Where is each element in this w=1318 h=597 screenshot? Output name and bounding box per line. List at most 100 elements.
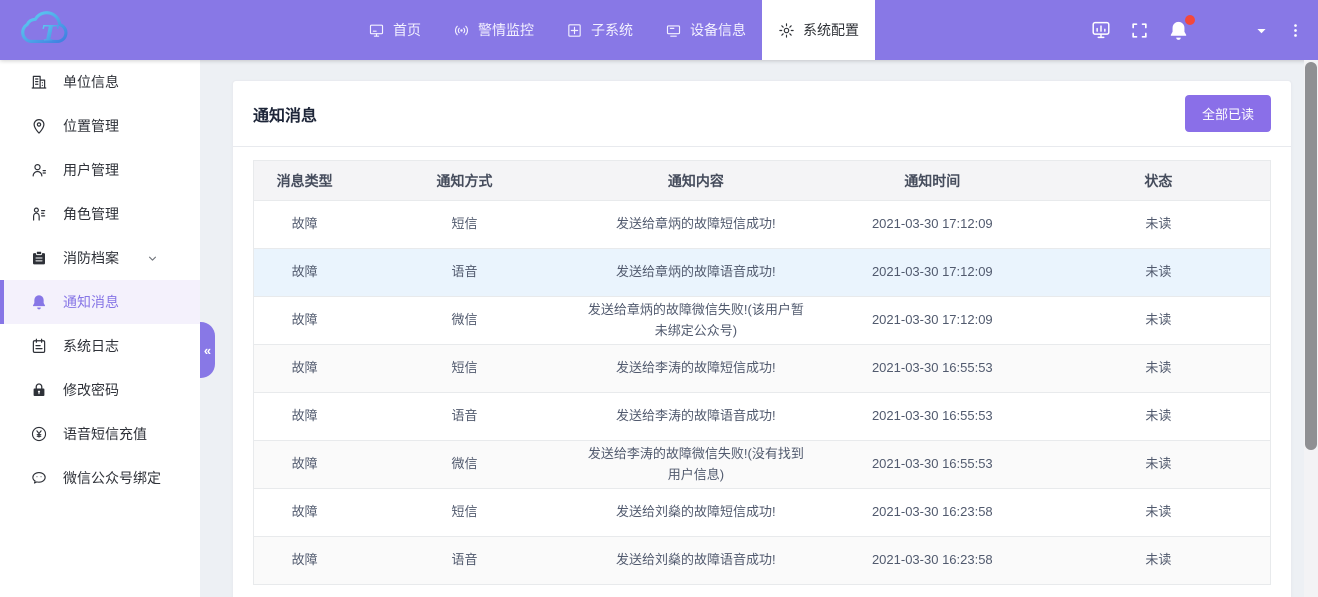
sidebar-item-recharge[interactable]: 语音短信充值 bbox=[0, 412, 200, 456]
sidebar-item-location-pin[interactable]: 位置管理 bbox=[0, 104, 200, 148]
recharge-icon bbox=[30, 425, 48, 443]
sidebar-item-lock[interactable]: 修改密码 bbox=[0, 368, 200, 412]
status-cell: 未读 bbox=[1047, 537, 1271, 585]
msg-type-cell: 故障 bbox=[254, 297, 356, 345]
column-header: 通知内容 bbox=[574, 161, 818, 201]
alarm-monitor-icon bbox=[453, 22, 470, 39]
sidebar-item-label: 消防档案 bbox=[63, 248, 119, 268]
notify-content-cell: 发送给章炳的故障微信失败!(该用户暂未绑定公众号) bbox=[574, 297, 818, 345]
nav-item-device-info[interactable]: 设备信息 bbox=[649, 0, 762, 60]
sidebar-item-bell[interactable]: 通知消息 bbox=[0, 280, 200, 324]
sidebar-item-wechat[interactable]: 微信公众号绑定 bbox=[0, 456, 200, 500]
table-body: 故障短信发送给章炳的故障短信成功!2021-03-30 17:12:09未读故障… bbox=[254, 201, 1271, 585]
sidebar-item-label: 用户管理 bbox=[63, 160, 119, 180]
dashboard-icon[interactable] bbox=[1090, 19, 1112, 41]
sidebar-item-log[interactable]: 系统日志 bbox=[0, 324, 200, 368]
notify-time-cell: 2021-03-30 16:55:53 bbox=[818, 345, 1047, 393]
caret-down-icon[interactable] bbox=[1254, 23, 1269, 38]
fullscreen-icon[interactable] bbox=[1130, 21, 1149, 40]
cloud-logo-icon: T bbox=[18, 5, 84, 55]
building-icon bbox=[30, 73, 48, 91]
lock-icon bbox=[30, 381, 48, 399]
msg-type-cell: 故障 bbox=[254, 537, 356, 585]
status-cell: 未读 bbox=[1047, 393, 1271, 441]
notify-content-cell: 发送给刘燊的故障语音成功! bbox=[574, 537, 818, 585]
column-header: 状态 bbox=[1047, 161, 1271, 201]
nav-item-label: 警情监控 bbox=[478, 20, 534, 40]
notify-content-cell: 发送给章炳的故障语音成功! bbox=[574, 249, 818, 297]
collapse-chevrons-icon: « bbox=[204, 343, 211, 358]
notify-time-cell: 2021-03-30 17:12:09 bbox=[818, 249, 1047, 297]
nav-right-actions bbox=[1090, 0, 1304, 60]
msg-type-cell: 故障 bbox=[254, 441, 356, 489]
table-row[interactable]: 故障短信发送给章炳的故障短信成功!2021-03-30 17:12:09未读 bbox=[254, 201, 1271, 249]
sidebar-item-label: 系统日志 bbox=[63, 336, 119, 356]
notify-content-cell: 发送给李涛的故障语音成功! bbox=[574, 393, 818, 441]
notify-time-cell: 2021-03-30 17:12:09 bbox=[818, 297, 1047, 345]
sidebar-item-role[interactable]: 角色管理 bbox=[0, 192, 200, 236]
notify-time-cell: 2021-03-30 16:23:58 bbox=[818, 489, 1047, 537]
wechat-icon bbox=[30, 469, 48, 487]
table-header-row: 消息类型通知方式通知内容通知时间状态 bbox=[254, 161, 1271, 201]
bell-icon[interactable] bbox=[1167, 19, 1190, 42]
notify-content-cell: 发送给刘燊的故障短信成功! bbox=[574, 489, 818, 537]
notify-content-cell: 发送给章炳的故障短信成功! bbox=[574, 201, 818, 249]
scrollbar-thumb[interactable] bbox=[1305, 62, 1317, 450]
kebab-menu-icon[interactable] bbox=[1287, 22, 1304, 39]
notification-table: 消息类型通知方式通知内容通知时间状态 故障短信发送给章炳的故障短信成功!2021… bbox=[253, 160, 1271, 585]
sidebar-item-label: 修改密码 bbox=[63, 380, 119, 400]
nav-item-label: 首页 bbox=[393, 20, 421, 40]
table-row[interactable]: 故障短信发送给刘燊的故障短信成功!2021-03-30 16:23:58未读 bbox=[254, 489, 1271, 537]
table-row[interactable]: 故障语音发送给李涛的故障语音成功!2021-03-30 16:55:53未读 bbox=[254, 393, 1271, 441]
nav-menu: 首页 警情监控子系统 设备信息 系统配置 bbox=[352, 0, 875, 60]
log-icon bbox=[30, 337, 48, 355]
column-header: 通知方式 bbox=[355, 161, 574, 201]
msg-type-cell: 故障 bbox=[254, 345, 356, 393]
msg-type-cell: 故障 bbox=[254, 489, 356, 537]
notification-table-wrap: 消息类型通知方式通知内容通知时间状态 故障短信发送给章炳的故障短信成功!2021… bbox=[233, 147, 1291, 585]
mark-all-read-button[interactable]: 全部已读 bbox=[1185, 95, 1271, 132]
location-pin-icon bbox=[30, 117, 48, 135]
sidebar-item-building[interactable]: 单位信息 bbox=[0, 60, 200, 104]
notification-card: 通知消息 全部已读 消息类型通知方式通知内容通知时间状态 故障短信发送给章炳的故… bbox=[232, 80, 1292, 597]
svg-text:T: T bbox=[41, 22, 59, 47]
nav-item-label: 设备信息 bbox=[690, 20, 746, 40]
nav-item-alarm-monitor[interactable]: 警情监控 bbox=[437, 0, 550, 60]
column-header: 通知时间 bbox=[818, 161, 1047, 201]
notify-method-cell: 微信 bbox=[355, 441, 574, 489]
msg-type-cell: 故障 bbox=[254, 249, 356, 297]
gear-icon bbox=[778, 22, 795, 39]
page-title: 通知消息 bbox=[253, 102, 317, 126]
notify-method-cell: 短信 bbox=[355, 489, 574, 537]
sidebar-item-label: 单位信息 bbox=[63, 72, 119, 92]
nav-item-gear[interactable]: 系统配置 bbox=[762, 0, 875, 60]
column-header: 消息类型 bbox=[254, 161, 356, 201]
table-row[interactable]: 故障微信发送给章炳的故障微信失败!(该用户暂未绑定公众号)2021-03-30 … bbox=[254, 297, 1271, 345]
device-info-icon bbox=[665, 22, 682, 39]
sidebar-item-clipboard[interactable]: 消防档案 bbox=[0, 236, 200, 280]
table-row[interactable]: 故障短信发送给李涛的故障短信成功!2021-03-30 16:55:53未读 bbox=[254, 345, 1271, 393]
nav-item-home[interactable]: 首页 bbox=[352, 0, 437, 60]
nav-item-label: 系统配置 bbox=[803, 20, 859, 40]
scrollbar-track bbox=[1304, 60, 1318, 597]
nav-item-subsystem[interactable]: 子系统 bbox=[550, 0, 649, 60]
table-row[interactable]: 故障语音发送给章炳的故障语音成功!2021-03-30 17:12:09未读 bbox=[254, 249, 1271, 297]
sidebar-collapse-toggle[interactable]: « bbox=[200, 322, 215, 378]
status-cell: 未读 bbox=[1047, 489, 1271, 537]
sidebar-item-label: 微信公众号绑定 bbox=[63, 468, 161, 488]
table-row[interactable]: 故障语音发送给刘燊的故障语音成功!2021-03-30 16:23:58未读 bbox=[254, 537, 1271, 585]
user-icon bbox=[30, 161, 48, 179]
msg-type-cell: 故障 bbox=[254, 393, 356, 441]
status-cell: 未读 bbox=[1047, 441, 1271, 489]
clipboard-icon bbox=[30, 249, 48, 267]
notify-time-cell: 2021-03-30 16:55:53 bbox=[818, 441, 1047, 489]
bell-icon bbox=[30, 293, 48, 311]
table-row[interactable]: 故障微信发送给李涛的故障微信失败!(没有找到用户信息)2021-03-30 16… bbox=[254, 441, 1271, 489]
notify-time-cell: 2021-03-30 17:12:09 bbox=[818, 201, 1047, 249]
status-cell: 未读 bbox=[1047, 345, 1271, 393]
sidebar-item-label: 通知消息 bbox=[63, 292, 119, 312]
status-cell: 未读 bbox=[1047, 201, 1271, 249]
card-header: 通知消息 全部已读 bbox=[233, 81, 1291, 147]
sidebar-item-user[interactable]: 用户管理 bbox=[0, 148, 200, 192]
notify-method-cell: 短信 bbox=[355, 345, 574, 393]
